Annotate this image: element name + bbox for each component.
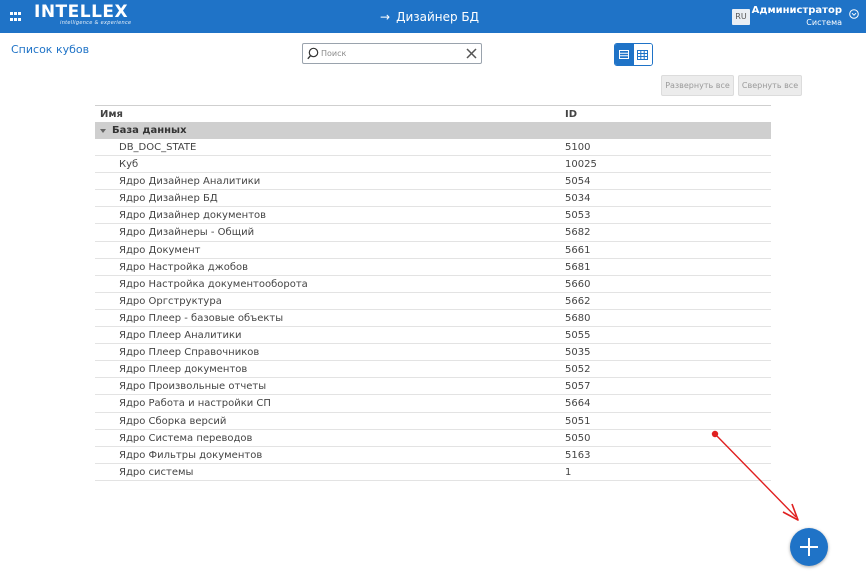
row-id: 5054: [565, 176, 591, 188]
row-id: 5035: [565, 347, 591, 359]
language-button[interactable]: RU: [732, 9, 750, 25]
row-id: 5057: [565, 381, 591, 393]
page-title-text: Дизайнер БД: [396, 10, 480, 24]
row-name: Ядро Дизайнер Аналитики: [119, 176, 261, 188]
row-id: 10025: [565, 159, 597, 171]
apps-grid-icon[interactable]: [10, 12, 21, 22]
row-name: Ядро Плеер - базовые объекты: [119, 312, 284, 324]
logo-tagline: intelligence & experience: [60, 20, 132, 26]
table-row[interactable]: Ядро Дизайнер БД 5034: [95, 190, 771, 208]
row-name: Куб: [119, 159, 139, 171]
group-row[interactable]: База данных: [95, 123, 771, 139]
table-row[interactable]: Ядро системы 1: [95, 464, 771, 481]
search-icon: [307, 47, 319, 60]
row-name: Ядро Система переводов: [119, 432, 253, 444]
row-id: 5682: [565, 227, 591, 239]
row-name: Ядро Оргструктура: [119, 295, 222, 307]
row-name: Ядро Работа и настройки СП: [119, 398, 271, 410]
row-id: 5034: [565, 193, 591, 205]
row-id: 5662: [565, 295, 591, 307]
view-toggle: [614, 43, 653, 66]
close-icon[interactable]: [466, 48, 477, 59]
table-header: Имя ID: [95, 105, 771, 123]
table-row[interactable]: Ядро Сборка версий 5051: [95, 413, 771, 430]
table-row[interactable]: Ядро Работа и настройки СП 5664: [95, 395, 771, 413]
row-name: Ядро Дизайнер документов: [119, 210, 267, 222]
table-row[interactable]: Ядро Дизайнер документов 5053: [95, 207, 771, 225]
table-row[interactable]: Ядро Система переводов 5050: [95, 430, 771, 447]
row-name: Ядро Дизайнер БД: [119, 193, 218, 205]
row-id: 1: [565, 466, 572, 478]
row-id: 5055: [565, 330, 591, 342]
table-row[interactable]: Ядро Плеер документов 5052: [95, 361, 771, 379]
table-row[interactable]: Ядро Дизайнер Аналитики 5054: [95, 173, 771, 191]
plus-icon: [800, 538, 818, 556]
row-name: Ядро Документ: [119, 244, 201, 256]
list-view-icon: [619, 50, 630, 59]
column-header-id[interactable]: ID: [565, 109, 577, 120]
table-row[interactable]: Ядро Оргструктура 5662: [95, 293, 771, 310]
search-box[interactable]: [302, 43, 482, 64]
group-label: База данных: [112, 125, 187, 136]
row-name: Ядро Сборка версий: [119, 415, 227, 427]
table-row[interactable]: Ядро Настройка джобов 5681: [95, 259, 771, 276]
row-id: 5052: [565, 364, 591, 376]
row-id: 5681: [565, 261, 591, 273]
chevron-down-icon[interactable]: [849, 9, 859, 19]
row-name: Ядро Настройка джобов: [119, 261, 249, 273]
row-name: Ядро Плеер Аналитики: [119, 330, 242, 342]
add-button[interactable]: [790, 528, 828, 566]
row-name: Ядро Фильтры документов: [119, 449, 263, 461]
expand-all-button[interactable]: Развернуть все: [661, 75, 734, 96]
row-id: 5680: [565, 312, 591, 324]
row-id: 5050: [565, 432, 591, 444]
row-name: Ядро Плеер Справочников: [119, 347, 260, 359]
user-name[interactable]: Администратор: [752, 5, 842, 16]
top-bar: INTELLEX intelligence & experience → Диза…: [0, 0, 866, 33]
row-id: 5163: [565, 449, 591, 461]
grid-view-button[interactable]: [633, 44, 652, 65]
table-row[interactable]: Ядро Дизайнеры - Общий 5682: [95, 224, 771, 242]
column-header-name[interactable]: Имя: [100, 109, 123, 120]
table-row[interactable]: Ядро Плеер - базовые объекты 5680: [95, 310, 771, 328]
table-row[interactable]: Ядро Фильтры документов 5163: [95, 447, 771, 464]
collapse-triangle-icon[interactable]: [100, 129, 106, 133]
table-body: DB_DOC_STATE 5100 Куб 10025 Ядро Дизайнер Ан…: [95, 139, 771, 481]
table-row[interactable]: Ядро Плеер Справочников 5035: [95, 344, 771, 362]
table-row[interactable]: Ядро Произвольные отчеты 5057: [95, 378, 771, 396]
title-arrow-icon: →: [380, 10, 391, 24]
collapse-all-button[interactable]: Свернуть все: [738, 75, 802, 96]
table-row[interactable]: Куб 10025: [95, 156, 771, 174]
row-name: Ядро Плеер документов: [119, 364, 248, 376]
table-row[interactable]: DB_DOC_STATE 5100: [95, 139, 771, 157]
table-row[interactable]: Ядро Настройка документооборота 5660: [95, 276, 771, 293]
row-id: 5660: [565, 278, 591, 290]
row-id: 5053: [565, 210, 591, 222]
search-input[interactable]: [321, 46, 461, 61]
row-name: Ядро системы: [119, 466, 194, 478]
row-name: Ядро Настройка документооборота: [119, 278, 308, 290]
row-name: Ядро Дизайнеры - Общий: [119, 227, 255, 239]
table-row[interactable]: Ядро Плеер Аналитики 5055: [95, 327, 771, 345]
row-name: DB_DOC_STATE: [119, 142, 197, 153]
app-logo[interactable]: INTELLEX intelligence & experience: [34, 3, 132, 27]
row-id: 5661: [565, 244, 591, 256]
user-role: Система: [806, 18, 842, 27]
grid-view-icon: [637, 49, 649, 60]
cube-list-link[interactable]: Список кубов: [11, 43, 89, 56]
row-name: Ядро Произвольные отчеты: [119, 381, 267, 393]
row-id: 5051: [565, 415, 591, 427]
row-id: 5100: [565, 142, 591, 153]
page-title: → Дизайнер БД: [380, 10, 479, 24]
list-view-button[interactable]: [615, 44, 634, 65]
cube-table: Имя ID База данных DB_DOC_STATE 5100 Куб 10…: [95, 105, 771, 481]
table-row[interactable]: Ядро Документ 5661: [95, 242, 771, 259]
row-id: 5664: [565, 398, 591, 410]
